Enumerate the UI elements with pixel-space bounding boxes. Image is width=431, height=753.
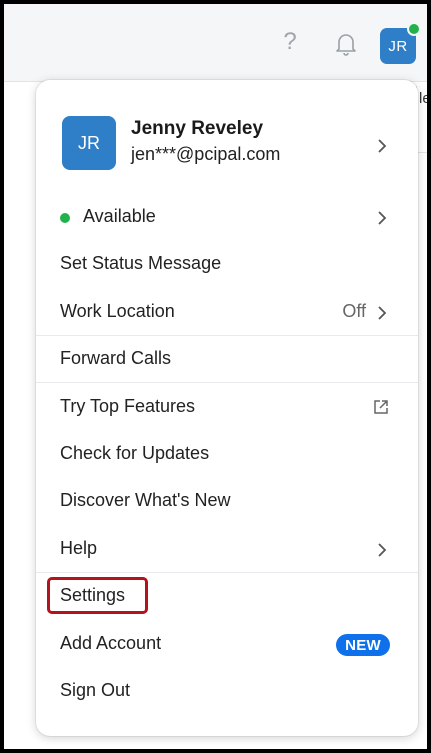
chevron-right-icon bbox=[378, 139, 387, 153]
try-top-features-label: Try Top Features bbox=[60, 396, 196, 416]
background-divider bbox=[416, 152, 427, 153]
settings-highlight-box bbox=[47, 577, 148, 614]
external-link-icon bbox=[374, 400, 388, 414]
divider bbox=[36, 382, 418, 383]
help-label: Help bbox=[60, 538, 98, 558]
profile-menu: JR Jenny Reveley jen***@pcipal.com Avail… bbox=[36, 80, 418, 736]
menu-item-discover-whats-new[interactable]: Discover What's New bbox=[36, 478, 418, 524]
menu-item-add-account[interactable]: Add Account NEW bbox=[36, 621, 418, 667]
menu-item-set-status-message[interactable]: Set Status Message bbox=[36, 241, 418, 287]
menu-item-forward-calls[interactable]: Forward Calls bbox=[36, 336, 418, 382]
window-frame: ? JR le JR Jenny Reveley jen***@pcipal.c… bbox=[0, 0, 431, 753]
menu-item-help[interactable]: Help bbox=[36, 526, 418, 572]
whats-new-label: Discover What's New bbox=[60, 490, 231, 510]
chevron-right-icon bbox=[378, 543, 387, 557]
status-label: Available bbox=[83, 206, 156, 226]
available-status-icon bbox=[60, 213, 70, 223]
menu-item-check-for-updates[interactable]: Check for Updates bbox=[36, 431, 418, 477]
top-bar: ? JR bbox=[4, 4, 427, 82]
profile-email: jen***@pcipal.com bbox=[131, 144, 281, 164]
menu-item-work-location[interactable]: Work Location Off bbox=[36, 289, 418, 335]
bell-icon[interactable] bbox=[332, 30, 360, 58]
chevron-right-icon bbox=[378, 306, 387, 320]
background-text-fragment: le bbox=[416, 86, 427, 116]
menu-item-status[interactable]: Available bbox=[36, 194, 418, 240]
menu-item-try-top-features[interactable]: Try Top Features bbox=[36, 384, 418, 430]
work-location-value: Off bbox=[342, 301, 366, 321]
profile-header[interactable]: JR Jenny Reveley jen***@pcipal.com bbox=[36, 80, 418, 192]
sign-out-label: Sign Out bbox=[60, 680, 131, 700]
forward-calls-label: Forward Calls bbox=[60, 348, 172, 368]
help-icon[interactable]: ? bbox=[278, 26, 302, 58]
profile-name: Jenny Reveley bbox=[131, 118, 264, 139]
chevron-right-icon bbox=[378, 211, 387, 225]
add-account-label: Add Account bbox=[60, 633, 162, 653]
set-status-label: Set Status Message bbox=[60, 253, 222, 273]
new-badge: NEW bbox=[336, 634, 390, 656]
check-updates-label: Check for Updates bbox=[60, 443, 210, 463]
presence-indicator bbox=[407, 22, 421, 36]
menu-item-sign-out[interactable]: Sign Out bbox=[36, 668, 418, 714]
work-location-label: Work Location bbox=[60, 301, 175, 321]
avatar: JR bbox=[62, 116, 116, 170]
